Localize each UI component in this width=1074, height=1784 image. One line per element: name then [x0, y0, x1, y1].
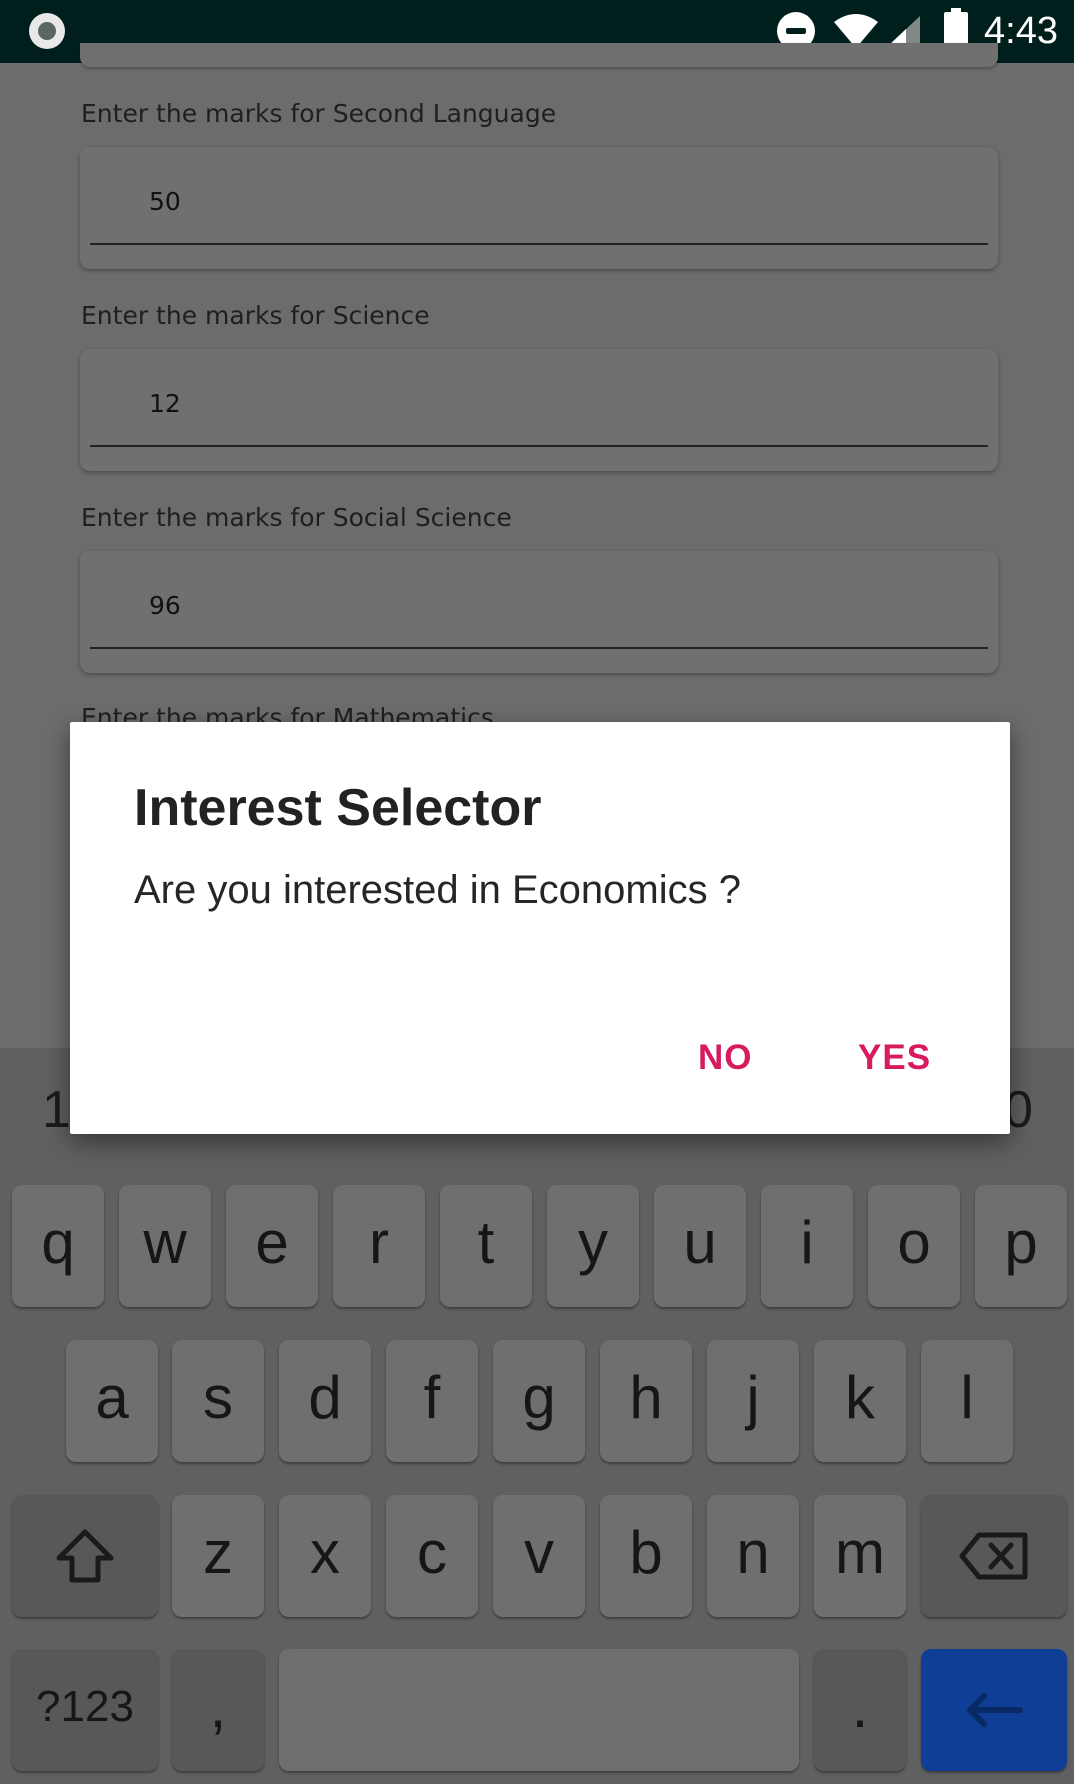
key-x[interactable]: x [279, 1495, 371, 1617]
key-y[interactable]: y [547, 1185, 639, 1307]
key-q[interactable]: q [12, 1185, 104, 1307]
key-d[interactable]: d [279, 1340, 371, 1462]
key-f[interactable]: f [386, 1340, 478, 1462]
enter-key[interactable] [921, 1649, 1067, 1771]
key-r[interactable]: r [333, 1185, 425, 1307]
soft-keyboard: 1 0 q w e r t y u i o p a s d f g h j k … [0, 1048, 1074, 1784]
key-e[interactable]: e [226, 1185, 318, 1307]
dialog-message: Are you interested in Economics ? [134, 868, 741, 912]
no-button[interactable]: NO [688, 1034, 763, 1082]
field-label-mathematics-clip: Enter the marks for Mathematics [81, 703, 781, 723]
field-label-second-language: Enter the marks for Second Language [81, 99, 557, 128]
field-label-social-science: Enter the marks for Social Science [81, 503, 512, 532]
enter-arrow-icon [967, 1693, 1023, 1727]
key-w[interactable]: w [119, 1185, 211, 1307]
key-u[interactable]: u [654, 1185, 746, 1307]
key-c[interactable]: c [386, 1495, 478, 1617]
social-science-input[interactable]: 96 [80, 551, 998, 673]
input-underline [90, 647, 988, 649]
key-m[interactable]: m [814, 1495, 906, 1617]
shift-arrow-icon [56, 1529, 114, 1583]
symbols-key[interactable]: ?123 [12, 1649, 158, 1771]
key-z[interactable]: z [172, 1495, 264, 1617]
key-t[interactable]: t [440, 1185, 532, 1307]
key-g[interactable]: g [493, 1340, 585, 1462]
key-k[interactable]: k [814, 1340, 906, 1462]
second-language-value: 50 [149, 187, 181, 216]
key-1[interactable]: 1 [42, 1080, 71, 1140]
comma-key[interactable]: , [172, 1649, 264, 1771]
app-notification-icon [29, 13, 65, 49]
dialog-title: Interest Selector [134, 779, 542, 837]
field-label-science: Enter the marks for Science [81, 301, 430, 330]
key-p[interactable]: p [975, 1185, 1067, 1307]
key-b[interactable]: b [600, 1495, 692, 1617]
second-language-input[interactable]: 50 [80, 147, 998, 269]
key-h[interactable]: h [600, 1340, 692, 1462]
science-input[interactable]: 12 [80, 349, 998, 471]
previous-field-card [80, 43, 998, 67]
input-underline [90, 243, 988, 245]
key-n[interactable]: n [707, 1495, 799, 1617]
science-value: 12 [149, 389, 181, 418]
backspace-icon [959, 1532, 1028, 1580]
key-a[interactable]: a [66, 1340, 158, 1462]
interest-selector-dialog: Interest Selector Are you interested in … [70, 722, 1010, 1134]
yes-button[interactable]: YES [848, 1034, 941, 1082]
key-s[interactable]: s [172, 1340, 264, 1462]
shift-key[interactable] [12, 1495, 158, 1617]
key-i[interactable]: i [761, 1185, 853, 1307]
space-bar[interactable] [279, 1649, 799, 1771]
key-j[interactable]: j [707, 1340, 799, 1462]
backspace-key[interactable] [921, 1495, 1067, 1617]
social-science-value: 96 [149, 591, 181, 620]
input-underline [90, 445, 988, 447]
key-v[interactable]: v [493, 1495, 585, 1617]
period-key[interactable]: . [814, 1649, 906, 1771]
key-o[interactable]: o [868, 1185, 960, 1307]
field-label-mathematics: Enter the marks for Mathematics [81, 703, 494, 723]
key-l[interactable]: l [921, 1340, 1013, 1462]
